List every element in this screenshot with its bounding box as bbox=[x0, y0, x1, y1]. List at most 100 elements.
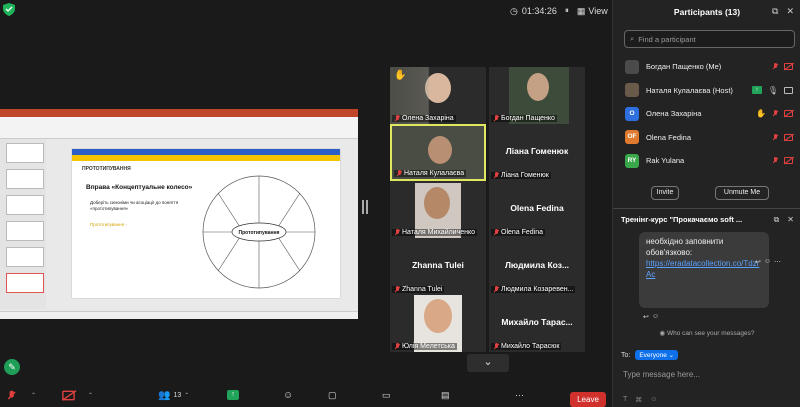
participant-video bbox=[424, 187, 450, 219]
video-tile[interactable]: Наталя Михайличенко bbox=[390, 181, 486, 238]
close-icon[interactable]: ✕ bbox=[787, 215, 794, 225]
tile-label: Юлія Мелетська bbox=[392, 343, 457, 350]
emoji-icon[interactable]: ☺ bbox=[650, 396, 657, 404]
popout-icon[interactable]: ⧉ bbox=[774, 215, 780, 225]
participant-video bbox=[527, 73, 549, 101]
more-apps-button[interactable]: ▢ bbox=[328, 387, 337, 403]
video-off-icon bbox=[784, 133, 793, 141]
screen-share-icon: ↑ bbox=[751, 86, 762, 95]
unmute-me-button[interactable]: Unmute Me bbox=[715, 186, 769, 200]
message-actions: ↩ ☺ bbox=[643, 313, 659, 321]
recipient-select[interactable]: Everyone ⌄ bbox=[635, 350, 679, 360]
chat-link[interactable]: https://eradatacollection.co/TdzrAc bbox=[646, 258, 762, 280]
reply-icon[interactable]: ↩ bbox=[643, 313, 649, 321]
muted-mic-icon bbox=[394, 115, 400, 122]
video-tile[interactable]: ✋ Олена Захаріна bbox=[390, 67, 486, 124]
slide-thumbnails bbox=[0, 139, 46, 309]
slide-thumbnail bbox=[6, 169, 44, 189]
muted-mic-icon bbox=[772, 133, 778, 141]
chevron-up-icon[interactable]: ⌃ bbox=[31, 392, 36, 399]
side-panel: Participants (13) ⧉ ✕ ⌕ Find a participa… bbox=[612, 0, 800, 407]
whiteboard-button[interactable]: ▭ bbox=[382, 387, 391, 403]
notes-icon: ▤ bbox=[441, 389, 450, 400]
concept-wheel: Прототипування bbox=[202, 175, 316, 289]
participant-row[interactable]: O Олена Захаріна ✋ bbox=[613, 102, 800, 126]
avatar: O bbox=[625, 106, 639, 121]
leave-button[interactable]: Leave bbox=[570, 392, 606, 407]
zoom-window: ◷ 01:34:26 ⏸ ▦ View ПРОТОТИПУВАННЯ Вправ… bbox=[0, 0, 800, 407]
participant-row[interactable]: Богдан Пащенко (Me) bbox=[613, 55, 800, 79]
start-video-button[interactable]: ⌃ bbox=[62, 387, 93, 403]
tile-label: Олена Захаріна bbox=[392, 115, 456, 122]
video-off-icon[interactable] bbox=[784, 63, 793, 71]
raised-hand-icon: ✋ bbox=[756, 109, 766, 119]
popout-icon[interactable]: ⧉ bbox=[772, 6, 778, 17]
invite-button[interactable]: Invite bbox=[651, 186, 679, 200]
video-off-icon bbox=[784, 110, 793, 118]
powerpoint-ribbon bbox=[0, 117, 358, 139]
participant-list: Богдан Пащенко (Me) Наталя Кулалаєва (Ho… bbox=[613, 55, 800, 173]
slide-header: ПРОТОТИПУВАННЯ bbox=[82, 166, 131, 172]
shared-screen[interactable]: ПРОТОТИПУВАННЯ Вправа «Концептуальне кол… bbox=[0, 109, 358, 319]
participants-button[interactable]: 👥 13 ⌃ bbox=[158, 387, 189, 403]
video-tile[interactable]: Юлія Мелетська bbox=[390, 295, 486, 352]
emoji-icon[interactable]: ☺ bbox=[652, 313, 659, 321]
participant-row[interactable]: OF Olena Fedina bbox=[613, 126, 800, 150]
participant-row[interactable]: RY Rak Yulana bbox=[613, 149, 800, 173]
participant-row[interactable]: Наталя Кулалаєва (Host) ↑ 🎙 bbox=[613, 79, 800, 103]
notes-button[interactable]: ▤ bbox=[441, 387, 450, 403]
chat-message: необхідно заповнити обов'язково: https:/… bbox=[639, 232, 769, 308]
tile-label: Olena Fedina bbox=[491, 229, 546, 236]
security-shield-icon[interactable] bbox=[3, 3, 15, 16]
share-screen-icon: ↑ bbox=[227, 390, 239, 400]
gallery-next-page-button[interactable]: ⌄ bbox=[467, 354, 509, 372]
video-tile[interactable]: Olena Fedina Olena Fedina bbox=[489, 181, 585, 238]
avatar bbox=[625, 83, 639, 98]
tile-label: Наталя Кулалаєва bbox=[394, 170, 467, 177]
reply-icon[interactable]: ↩ bbox=[755, 258, 761, 266]
edit-pencil-button[interactable]: ✎ bbox=[4, 359, 20, 375]
split-handle[interactable] bbox=[362, 200, 364, 214]
muted-mic-icon bbox=[394, 286, 400, 293]
powerpoint-statusbar bbox=[0, 311, 358, 319]
muted-mic-icon[interactable] bbox=[772, 63, 778, 70]
muted-mic-icon bbox=[772, 157, 778, 164]
video-off-icon bbox=[62, 390, 75, 400]
more-button[interactable]: ⋯ bbox=[515, 387, 524, 403]
participant-search-input[interactable]: ⌕ Find a participant bbox=[624, 30, 795, 48]
video-tile-active-speaker[interactable]: Наталя Кулалаєва bbox=[390, 124, 486, 181]
close-icon[interactable]: ✕ bbox=[786, 6, 794, 17]
more-icon[interactable]: ⋯ bbox=[774, 258, 781, 266]
share-screen-button[interactable]: ↑ bbox=[227, 387, 239, 403]
chevron-down-icon: ⌄ bbox=[483, 356, 493, 368]
who-can-see-link[interactable]: ◉ Who can see your messages? bbox=[613, 329, 800, 337]
view-button[interactable]: ▦ View bbox=[577, 6, 608, 17]
chat-title: Тренінг-курс "Прокачаємо soft ... bbox=[621, 215, 743, 224]
meeting-toolbar: ⌃ ⌃ 👥 13 ⌃ ↑ ☺ ▢ ▭ ▤ ⋯ bbox=[0, 383, 612, 407]
chat-tools: T ⌘ ☺ bbox=[623, 396, 657, 404]
message-actions: ↩ ☺ ⋯ bbox=[755, 258, 781, 266]
unmute-button[interactable]: ⌃ bbox=[8, 387, 36, 403]
pause-icon[interactable]: ⏸ bbox=[565, 6, 569, 16]
emoji-icon[interactable]: ☺ bbox=[764, 258, 771, 266]
participant-video bbox=[428, 136, 452, 164]
video-tile[interactable]: Zhanna Tulei Zhanna Tulei bbox=[390, 238, 486, 295]
slide-thumbnail bbox=[6, 247, 44, 267]
mic-icon: 🎙 bbox=[767, 85, 778, 95]
muted-mic-icon bbox=[493, 286, 499, 293]
chat-input[interactable]: Type message here... bbox=[623, 370, 700, 379]
muted-mic-icon bbox=[772, 110, 778, 117]
format-icon[interactable]: T bbox=[623, 396, 627, 404]
chevron-up-icon[interactable]: ⌃ bbox=[184, 392, 189, 399]
video-tile[interactable]: Людмила Коз... Людмила Козаревен... bbox=[489, 238, 585, 295]
video-tile[interactable]: Богдан Пащенко bbox=[489, 67, 585, 124]
pencil-icon: ✎ bbox=[8, 362, 16, 372]
video-icon bbox=[784, 86, 793, 94]
attach-icon[interactable]: ⌘ bbox=[635, 396, 642, 404]
video-tile[interactable]: Михайло Тарас... Михайло Тарасюк bbox=[489, 295, 585, 352]
split-handle[interactable] bbox=[366, 200, 368, 214]
reactions-button[interactable]: ☺ bbox=[283, 387, 293, 403]
video-tile[interactable]: Ліана Гоменюк Ліана Гоменюк bbox=[489, 124, 585, 181]
slide-thumbnail-active bbox=[6, 273, 44, 293]
chevron-up-icon[interactable]: ⌃ bbox=[88, 392, 93, 399]
